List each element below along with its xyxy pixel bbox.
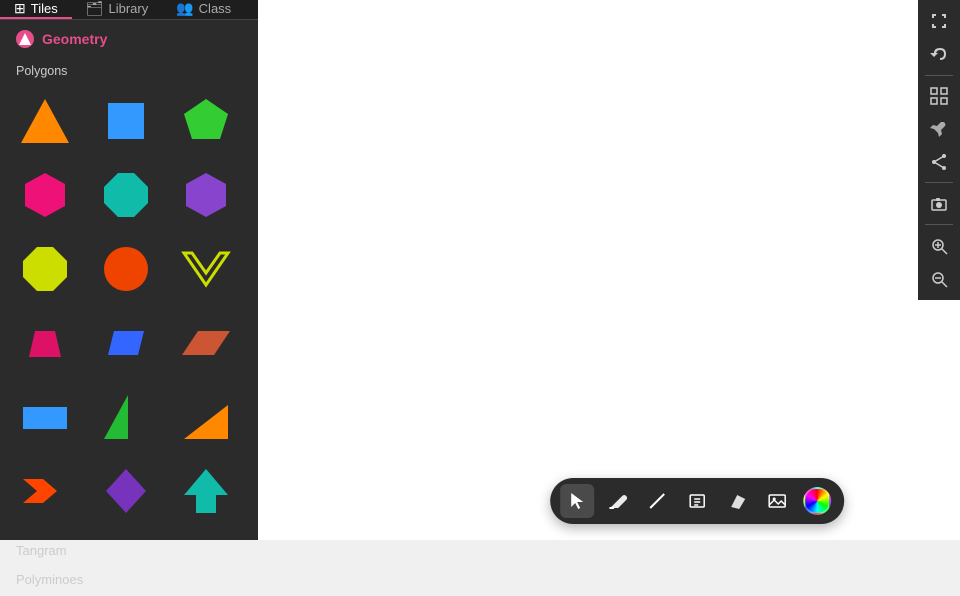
eraser-tool-button[interactable]	[720, 484, 754, 518]
tab-library-label: Library	[108, 1, 148, 16]
canvas-area[interactable]	[258, 0, 960, 540]
shape-parallelogram-dark[interactable]	[171, 308, 241, 378]
shape-octagon-yellow[interactable]	[10, 234, 80, 304]
shape-square-blue[interactable]	[91, 86, 161, 156]
select-tool-button[interactable]	[560, 484, 594, 518]
zoom-in-button[interactable]	[921, 230, 957, 261]
shape-arrow-teal[interactable]	[171, 456, 241, 526]
share-button[interactable]	[921, 147, 957, 178]
grid-button[interactable]	[921, 81, 957, 112]
shape-triangle-orange2[interactable]	[171, 382, 241, 452]
shape-hexagon-purple[interactable]	[171, 160, 241, 230]
shape-parallelogram-blue[interactable]	[91, 308, 161, 378]
shape-circle-orange[interactable]	[91, 234, 161, 304]
sidebar: ⊞ Tiles 🗂 Library 👥 Class Geometry Polyg…	[0, 0, 258, 540]
shape-triangle-green[interactable]	[91, 382, 161, 452]
tab-library[interactable]: 🗂 Library	[72, 0, 163, 19]
fullscreen-button[interactable]	[921, 6, 957, 37]
category-polyminoes[interactable]: Polyminoes	[0, 565, 258, 594]
screenshot-button[interactable]	[921, 188, 957, 219]
color-circle	[803, 487, 831, 515]
geometry-icon	[16, 30, 34, 48]
color-picker-button[interactable]	[800, 484, 834, 518]
image-tool-button[interactable]	[760, 484, 794, 518]
tab-tiles[interactable]: ⊞ Tiles	[0, 0, 72, 19]
section-title: Geometry	[42, 31, 107, 47]
shape-triangle-orange[interactable]	[10, 86, 80, 156]
category-tangram[interactable]: Tangram	[0, 536, 258, 565]
class-icon: 👥	[176, 0, 193, 17]
line-tool-button[interactable]	[640, 484, 674, 518]
shape-pentagon-green[interactable]	[171, 86, 241, 156]
tab-class[interactable]: 👥 Class	[162, 0, 245, 19]
right-toolbar	[918, 0, 960, 300]
tools-button[interactable]	[921, 114, 957, 145]
bottom-toolbar	[550, 478, 844, 524]
library-icon: 🗂	[86, 0, 104, 17]
tab-tiles-label: Tiles	[31, 1, 58, 16]
zoom-out-button[interactable]	[921, 263, 957, 294]
shape-chevron-orange[interactable]	[10, 456, 80, 526]
tiles-icon: ⊞	[14, 0, 26, 17]
shape-diamond-purple[interactable]	[91, 456, 161, 526]
shape-rect-blue[interactable]	[10, 382, 80, 452]
undo-button[interactable]	[921, 39, 957, 70]
tab-class-label: Class	[199, 1, 232, 16]
pen-tool-button[interactable]	[600, 484, 634, 518]
shape-hexagon-pink[interactable]	[10, 160, 80, 230]
shapes-grid	[0, 82, 258, 530]
text-tool-button[interactable]	[680, 484, 714, 518]
shape-chevron-outline[interactable]	[171, 234, 241, 304]
shape-trapezoid-pink[interactable]	[10, 308, 80, 378]
category-polygons-label: Polygons	[0, 58, 258, 82]
shape-octagon-teal[interactable]	[91, 160, 161, 230]
section-header: Geometry	[0, 20, 258, 58]
tab-bar: ⊞ Tiles 🗂 Library 👥 Class	[0, 0, 258, 20]
